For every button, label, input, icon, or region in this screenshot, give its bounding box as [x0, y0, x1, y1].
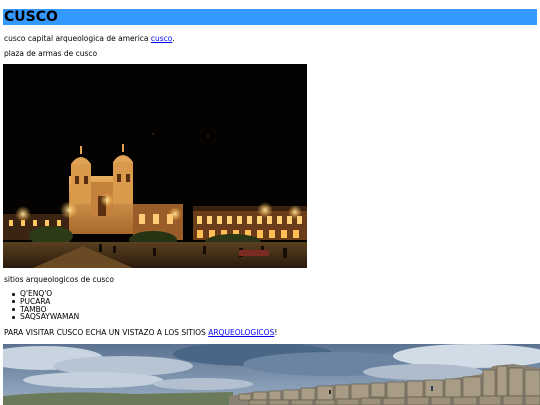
intro-suffix: . [172, 34, 175, 43]
page-header: CUSCO [3, 9, 537, 25]
cusco-link[interactable]: cusco [151, 34, 172, 43]
plaza-de-armas-photo [3, 64, 307, 268]
sites-caption: sitios arqueologicos de cusco [4, 275, 114, 284]
archaeological-sites-list: Q'ENQ'O PUCARA TAMBO SAQSAYWAMAN [0, 290, 79, 321]
visit-suffix: ! [274, 328, 278, 337]
arqueologicos-link[interactable]: ARQUEOLOGICOS [208, 328, 274, 337]
intro-paragraph: cusco capital arqueologica de america cu… [4, 34, 175, 44]
visit-text: PARA VISITAR CUSCO ECHA UN VISTAZO A LOS… [4, 328, 209, 337]
page: CUSCO cusco capital arqueologica de amer… [0, 0, 540, 405]
page-title: CUSCO [4, 9, 58, 25]
list-item: SAQSAYWAMAN [11, 312, 80, 322]
intro-text: cusco capital arqueologica de america [4, 34, 151, 43]
visit-paragraph: PARA VISITAR CUSCO ECHA UN VISTAZO A LOS… [4, 328, 277, 338]
saqsaywaman-ruins-photo [3, 344, 540, 405]
plaza-caption: plaza de armas de cusco [4, 49, 98, 58]
